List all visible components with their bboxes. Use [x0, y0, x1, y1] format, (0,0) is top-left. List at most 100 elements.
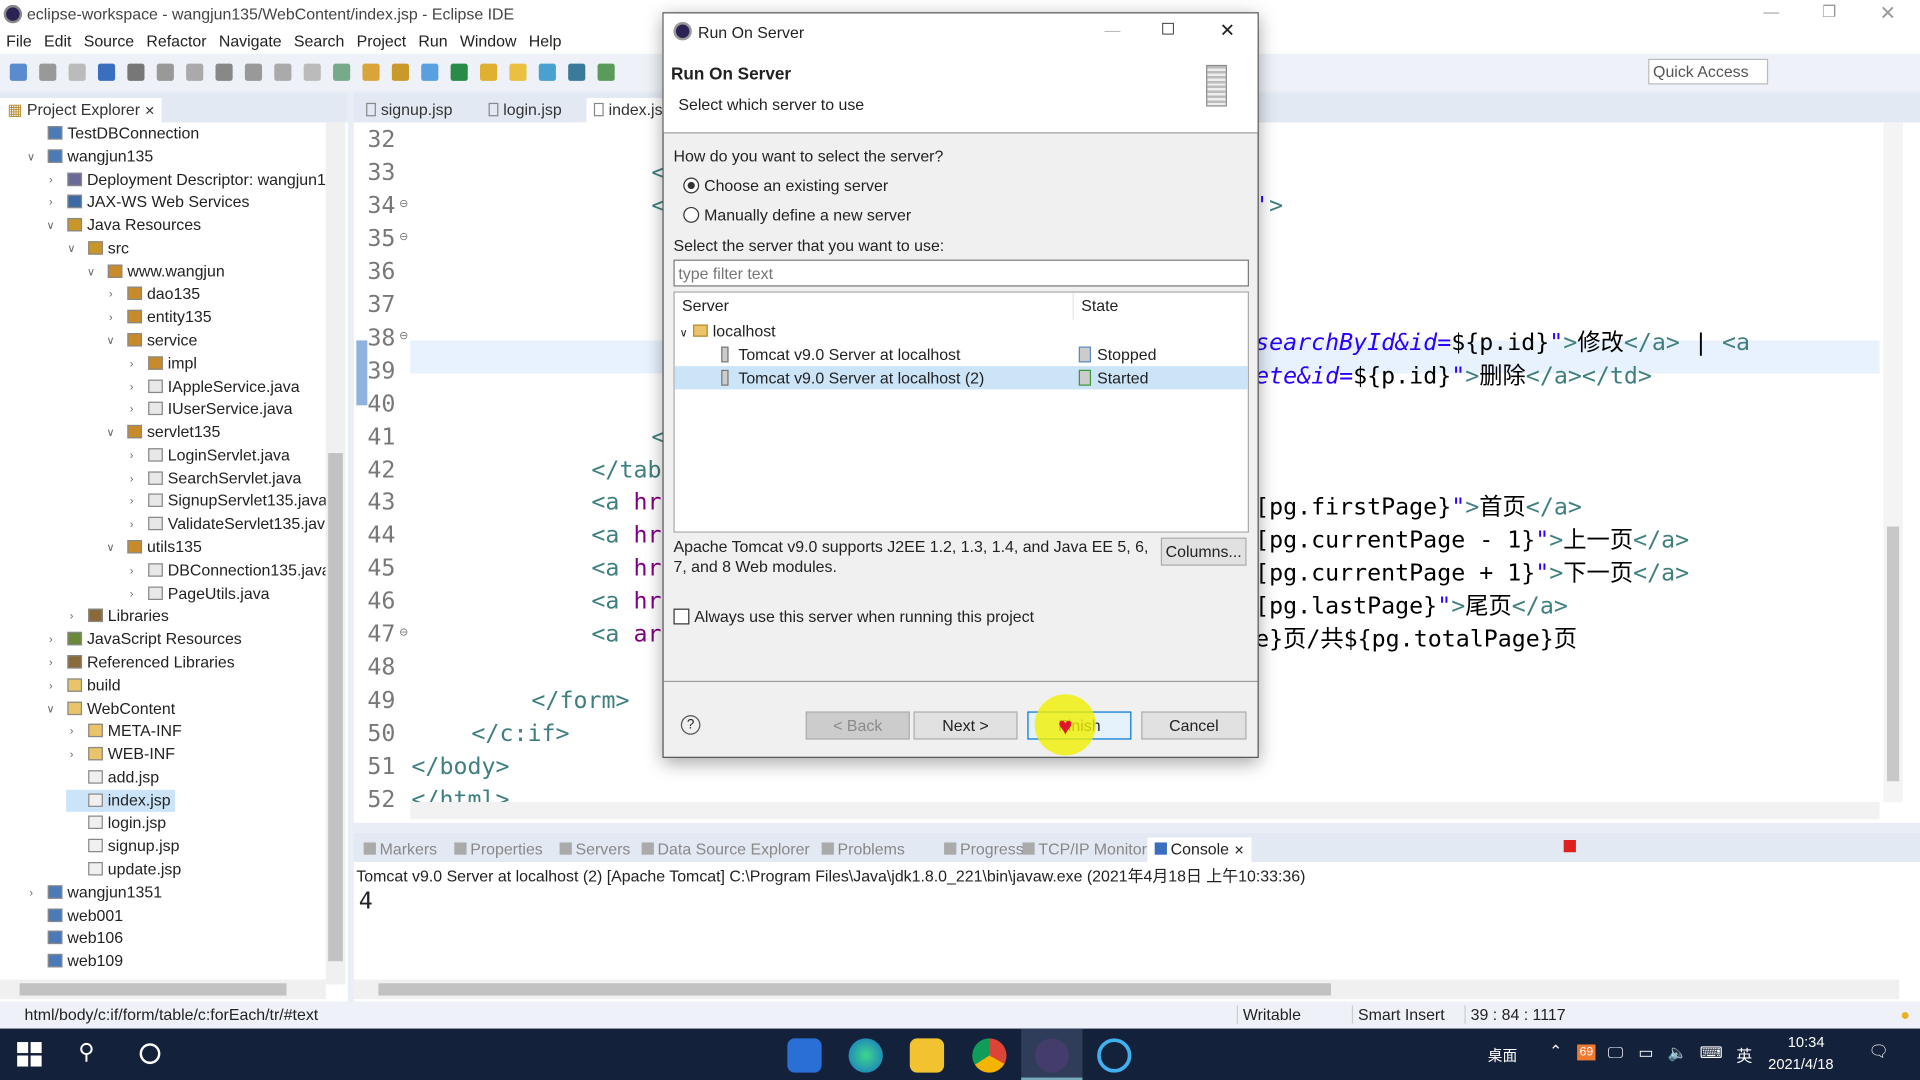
- chevron-right-icon[interactable]: ›: [130, 375, 134, 397]
- show-hidden-icons-button[interactable]: ⌃: [1549, 1042, 1562, 1062]
- tree-item[interactable]: signup.jsp: [66, 835, 184, 857]
- tab-index-js[interactable]: index.js: [586, 97, 670, 123]
- tree-item[interactable]: › JavaScript Resources: [45, 628, 246, 650]
- chevron-right-icon[interactable]: ›: [109, 283, 113, 305]
- tree-item[interactable]: › META-INF: [66, 720, 187, 742]
- desktop-toolbar-label[interactable]: 桌面: [1488, 1044, 1517, 1065]
- chevron-down-icon[interactable]: ∨: [107, 421, 115, 443]
- console-horizontal-scrollbar[interactable]: [353, 979, 1900, 1000]
- server-filter-input[interactable]: [673, 259, 1249, 287]
- tree-item[interactable]: login.jsp: [66, 812, 171, 834]
- tree-item[interactable]: update.jsp: [66, 858, 186, 880]
- tree-vertical-scrollbar[interactable]: [325, 122, 346, 985]
- tree-item[interactable]: › build: [45, 674, 125, 696]
- close-button[interactable]: ✕: [1880, 1, 1896, 25]
- task-view-icon[interactable]: [139, 1043, 161, 1065]
- tree-item[interactable]: › Referenced Libraries: [45, 651, 239, 673]
- column-header-server[interactable]: Server: [682, 296, 729, 314]
- fold-toggle-icon[interactable]: ⊖: [399, 329, 408, 342]
- toolbar-button-icon[interactable]: [9, 63, 27, 81]
- keyboard-icon[interactable]: ⌨: [1700, 1043, 1723, 1063]
- chevron-down-icon[interactable]: ∨: [47, 697, 55, 719]
- chevron-right-icon[interactable]: ›: [70, 743, 74, 765]
- radio-unchecked-icon[interactable]: [683, 206, 700, 223]
- toolbar-button-icon[interactable]: [568, 63, 586, 81]
- tab-data-source-explorer[interactable]: Data Source Explorer: [634, 838, 817, 862]
- menu-help[interactable]: Help: [523, 29, 568, 52]
- menu-navigate[interactable]: Navigate: [213, 29, 288, 52]
- chevron-down-icon[interactable]: ∨: [87, 260, 95, 282]
- menu-source[interactable]: Source: [78, 29, 141, 52]
- tree-item[interactable]: › IUserService.java: [126, 398, 297, 420]
- dialog-minimize-button[interactable]: —: [1104, 21, 1120, 39]
- chevron-right-icon[interactable]: ›: [130, 352, 134, 374]
- toolbar-button-icon[interactable]: [421, 63, 439, 81]
- tab-tcp-ip-monitor[interactable]: TCP/IP Monitor: [1015, 838, 1154, 862]
- editor-horizontal-scrollbar[interactable]: [410, 802, 1880, 820]
- toolbar-button-icon[interactable]: [391, 63, 409, 81]
- tree-item[interactable]: › Deployment Descriptor: wangjun13: [45, 168, 326, 190]
- tree-item[interactable]: › WEB-INF: [66, 743, 180, 765]
- columns-button[interactable]: Columns...: [1160, 537, 1247, 566]
- toolbar-button-icon[interactable]: [186, 63, 204, 81]
- fold-toggle-icon[interactable]: ⊖: [399, 197, 408, 210]
- status-insert-mode[interactable]: Smart Insert: [1351, 1005, 1445, 1024]
- fold-toggle-icon[interactable]: ⊖: [399, 626, 408, 639]
- chevron-right-icon[interactable]: ›: [130, 582, 134, 604]
- chevron-right-icon[interactable]: ›: [130, 559, 134, 581]
- tree-item[interactable]: › wangjun1351: [26, 881, 167, 903]
- chevron-right-icon[interactable]: ›: [70, 720, 74, 742]
- tree-item[interactable]: ∨ service: [105, 329, 202, 351]
- clock-time[interactable]: 10:34: [1788, 1033, 1825, 1050]
- chevron-right-icon[interactable]: ›: [49, 651, 53, 673]
- chevron-down-icon[interactable]: ∨: [680, 327, 691, 339]
- toolbar-button-icon[interactable]: [480, 63, 498, 81]
- toolbar-button-icon[interactable]: [156, 63, 174, 81]
- toolbar-button-icon[interactable]: [597, 63, 615, 81]
- chrome-icon[interactable]: [972, 1038, 1007, 1073]
- menu-window[interactable]: Window: [454, 29, 523, 52]
- eclipse-taskbar-button[interactable]: [1021, 1028, 1083, 1080]
- tree-item[interactable]: › Libraries: [66, 605, 174, 627]
- menu-project[interactable]: Project: [350, 29, 412, 52]
- tree-row-localhost[interactable]: ∨ localhost: [680, 320, 776, 343]
- menu-edit[interactable]: Edit: [38, 29, 78, 52]
- restore-button[interactable]: ❐: [1822, 2, 1836, 22]
- editor-vertical-scrollbar[interactable]: [1883, 122, 1903, 803]
- windows-start-icon[interactable]: [17, 1042, 42, 1067]
- ime-indicator[interactable]: 英: [1736, 1043, 1752, 1066]
- tree-item[interactable]: ∨ WebContent: [45, 697, 180, 719]
- tree-item[interactable]: › DBConnection135.java: [126, 559, 326, 581]
- tree-item[interactable]: web106: [26, 927, 128, 949]
- tree-item[interactable]: ∨ src: [66, 237, 134, 259]
- tree-item[interactable]: › entity135: [105, 306, 216, 328]
- chevron-right-icon[interactable]: ›: [49, 168, 53, 190]
- menu-search[interactable]: Search: [288, 29, 351, 52]
- chevron-down-icon[interactable]: ∨: [47, 214, 55, 236]
- toolbar-button-icon[interactable]: [39, 63, 57, 81]
- chevron-down-icon[interactable]: ∨: [107, 536, 115, 558]
- tree-item[interactable]: ∨ www.wangjun: [86, 260, 230, 282]
- tree-item[interactable]: › JAX-WS Web Services: [45, 191, 254, 213]
- tab-console[interactable]: Console ✕: [1147, 837, 1252, 863]
- back-button[interactable]: < Back: [805, 711, 910, 740]
- toolbar-button-icon[interactable]: [244, 63, 263, 81]
- tree-item[interactable]: ∨ Java Resources: [45, 214, 206, 236]
- tree-item[interactable]: › SearchServlet.java: [126, 467, 306, 489]
- tree-item[interactable]: › PageUtils.java: [126, 582, 274, 604]
- tab-servers[interactable]: Servers: [552, 838, 637, 862]
- toolbar-button-icon[interactable]: [274, 63, 292, 81]
- tree-item[interactable]: ∨ utils135: [105, 536, 206, 558]
- always-use-checkbox[interactable]: Always use this server when running this…: [673, 607, 1034, 626]
- server-row-selected[interactable]: Tomcat v9.0 Server at localhost (2) Star…: [674, 366, 1248, 390]
- tab-markers[interactable]: Markers: [356, 838, 444, 862]
- chevron-right-icon[interactable]: ›: [130, 490, 134, 512]
- next-button[interactable]: Next >: [913, 711, 1018, 740]
- tree-item[interactable]: › LoginServlet.java: [126, 444, 295, 466]
- volume-icon[interactable]: 🔈: [1668, 1043, 1688, 1063]
- tree-item[interactable]: index.jsp: [66, 789, 176, 812]
- tab-problems[interactable]: Problems: [814, 838, 912, 862]
- chevron-down-icon[interactable]: ∨: [67, 237, 75, 259]
- menu-refactor[interactable]: Refactor: [140, 29, 212, 52]
- tree-item[interactable]: ∨ servlet135: [105, 421, 225, 443]
